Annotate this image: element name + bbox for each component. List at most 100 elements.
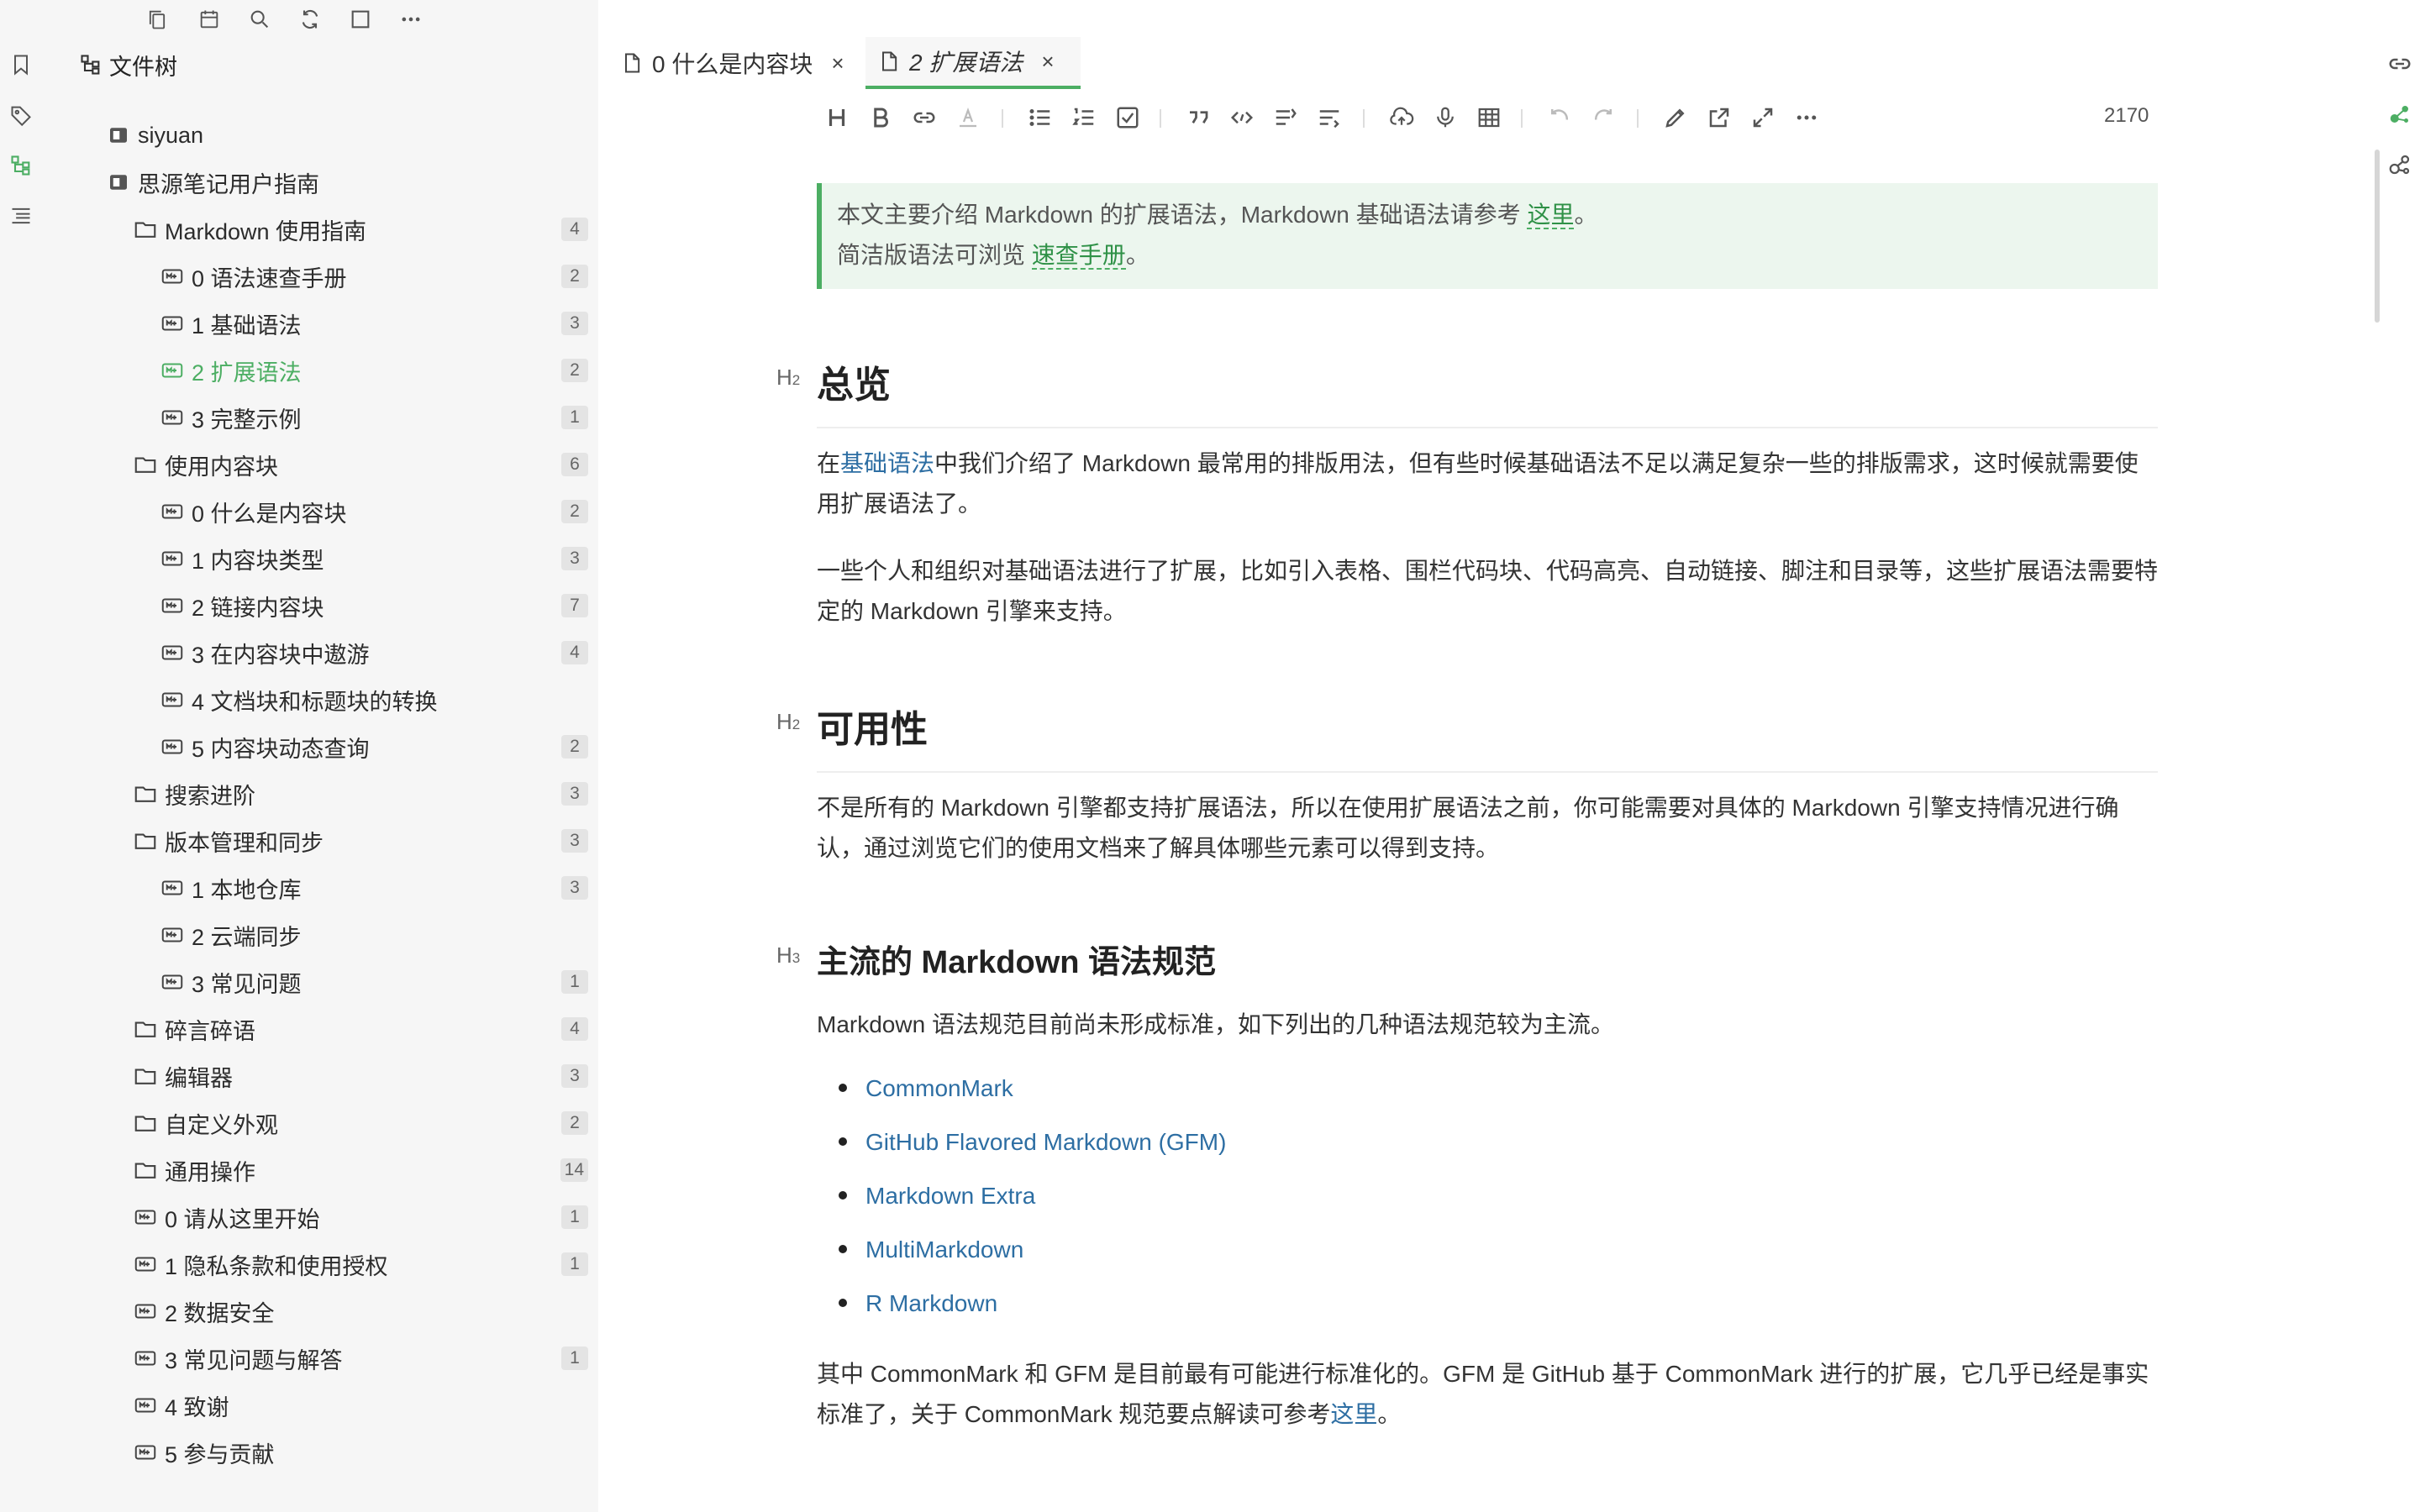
- tree-item[interactable]: siyuan: [42, 114, 588, 156]
- tree-item[interactable]: 3 常见问题 1: [42, 961, 588, 1003]
- tree-item[interactable]: 2 云端同步: [42, 914, 588, 956]
- tree-item[interactable]: 2 数据安全: [42, 1290, 588, 1332]
- toolbar-separator: [1363, 109, 1365, 128]
- tree-item[interactable]: 1 本地仓库 3: [42, 867, 588, 909]
- tree-item[interactable]: 2 链接内容块 7: [42, 585, 588, 627]
- r-markdown-link[interactable]: R Markdown: [865, 1290, 997, 1316]
- indent-icon[interactable]: [1311, 99, 1348, 136]
- link-icon[interactable]: [906, 99, 943, 136]
- tree-item[interactable]: 3 常见问题与解答 1: [42, 1337, 588, 1379]
- heading-icon[interactable]: [818, 99, 855, 136]
- markdown-doc-icon: [160, 358, 185, 383]
- list-item[interactable]: Markdown Extra: [839, 1183, 1035, 1210]
- undo-icon[interactable]: [1541, 99, 1578, 136]
- close-tab-button[interactable]: ×: [831, 50, 844, 76]
- tab-extended-syntax[interactable]: 2 扩展语法 ×: [865, 37, 1081, 89]
- window-icon[interactable]: [346, 5, 375, 34]
- multimarkdown-link[interactable]: MultiMarkdown: [865, 1236, 1023, 1263]
- tree-item-label: 4 文档块和标题块的转换: [192, 689, 438, 715]
- tree-item[interactable]: 4 致谢: [42, 1384, 588, 1426]
- heading-overview[interactable]: H2 总览: [776, 354, 2158, 428]
- child-count-badge: 3: [561, 782, 588, 806]
- edit-icon[interactable]: [1657, 99, 1694, 136]
- open-external-icon[interactable]: [1701, 99, 1738, 136]
- tag-icon[interactable]: [7, 101, 35, 129]
- tree-item[interactable]: 通用操作 14: [42, 1149, 588, 1191]
- paragraph[interactable]: 其中 CommonMark 和 GFM 是目前最有可能进行标准化的。GFM 是 …: [817, 1354, 2158, 1435]
- tree-item[interactable]: 2 扩展语法 2: [42, 349, 588, 391]
- paragraph[interactable]: 在基础语法中我们介绍了 Markdown 最常用的排版用法，但有些时候基础语法不…: [817, 444, 2158, 524]
- reference-link[interactable]: 速查手册: [1031, 242, 1126, 270]
- redo-icon[interactable]: [1585, 99, 1622, 136]
- search-icon[interactable]: [245, 5, 274, 34]
- sync-icon[interactable]: [296, 5, 324, 34]
- tree-item-label: 自定义外观: [165, 1112, 278, 1138]
- paragraph[interactable]: Markdown 语法规范目前尚未形成标准，如下列出的几种语法规范较为主流。: [817, 1005, 2158, 1045]
- ordered-list-icon[interactable]: [1065, 99, 1102, 136]
- tree-item[interactable]: 思源笔记用户指南: [42, 161, 588, 203]
- tree-item[interactable]: 0 什么是内容块 2: [42, 491, 588, 533]
- tree-item[interactable]: 1 基础语法 3: [42, 302, 588, 344]
- list-item[interactable]: GitHub Flavored Markdown (GFM): [839, 1129, 1226, 1156]
- bullet-list-icon[interactable]: [1022, 99, 1059, 136]
- list-item[interactable]: R Markdown: [839, 1290, 997, 1317]
- file-tree-icon[interactable]: [7, 151, 35, 180]
- graph-icon[interactable]: [2385, 99, 2415, 129]
- tree-item[interactable]: Markdown 使用指南 4: [42, 208, 588, 250]
- tree-item[interactable]: 使用内容块 6: [42, 444, 588, 486]
- table-icon[interactable]: [1470, 99, 1507, 136]
- toolbar-separator: [1637, 109, 1639, 128]
- tab-what-is-block[interactable]: 0 什么是内容块 ×: [607, 37, 864, 89]
- reference-link[interactable]: 这里: [1527, 202, 1575, 229]
- tree-item[interactable]: 4 文档块和标题块的转换: [42, 679, 588, 721]
- basic-syntax-link[interactable]: 基础语法: [840, 450, 934, 476]
- upload-icon[interactable]: [1383, 99, 1420, 136]
- calendar-icon[interactable]: [195, 5, 224, 34]
- tree-item[interactable]: 0 语法速查手册 2: [42, 255, 588, 297]
- outline-icon[interactable]: [7, 202, 35, 230]
- commonmark-spec-link[interactable]: 这里: [1330, 1401, 1377, 1427]
- tree-item[interactable]: 版本管理和同步 3: [42, 820, 588, 862]
- more-icon[interactable]: [397, 5, 425, 34]
- tree-item[interactable]: 1 隐私条款和使用授权 1: [42, 1243, 588, 1285]
- backlink-icon[interactable]: [2385, 49, 2415, 79]
- tree-item[interactable]: 自定义外观 2: [42, 1102, 588, 1144]
- tree-item[interactable]: 1 内容块类型 3: [42, 538, 588, 580]
- callout-block[interactable]: 本文主要介绍 Markdown 的扩展语法，Markdown 基础语法请参考 这…: [817, 183, 2158, 289]
- gfm-link[interactable]: GitHub Flavored Markdown (GFM): [865, 1129, 1226, 1155]
- tree-item[interactable]: 3 完整示例 1: [42, 396, 588, 438]
- markdown-extra-link[interactable]: Markdown Extra: [865, 1183, 1035, 1209]
- child-count-badge: 4: [561, 218, 588, 241]
- code-block-icon[interactable]: [1267, 99, 1304, 136]
- scrollbar[interactable]: [2375, 150, 2380, 323]
- commonmark-link[interactable]: CommonMark: [865, 1075, 1013, 1101]
- tree-item[interactable]: 5 内容块动态查询 2: [42, 726, 588, 768]
- tree-item[interactable]: 5 参与贡献: [42, 1431, 588, 1473]
- heading-availability[interactable]: H2 可用性: [776, 699, 2158, 773]
- bullet-dot: [839, 1298, 847, 1307]
- fullscreen-icon[interactable]: [1744, 99, 1781, 136]
- checklist-icon[interactable]: [1109, 99, 1146, 136]
- tree-item[interactable]: 碎言碎语 4: [42, 1008, 588, 1050]
- bookmark-icon[interactable]: [7, 50, 35, 79]
- inline-code-icon[interactable]: [1223, 99, 1260, 136]
- close-tab-button[interactable]: ×: [1041, 49, 1054, 75]
- microphone-icon[interactable]: [1427, 99, 1464, 136]
- tree-item[interactable]: 编辑器 3: [42, 1055, 588, 1097]
- list-item[interactable]: CommonMark: [839, 1075, 1013, 1102]
- heading-text: 主流的 Markdown 语法规范: [817, 945, 1217, 980]
- heading-mainstream-specs[interactable]: H3 主流的 Markdown 语法规范: [776, 936, 1217, 982]
- paragraph[interactable]: 一些个人和组织对基础语法进行了扩展，比如引入表格、围栏代码块、代码高亮、自动链接…: [817, 551, 2158, 632]
- quote-icon[interactable]: [1180, 99, 1217, 136]
- tree-item-label: 通用操作: [165, 1159, 255, 1185]
- tree-item[interactable]: 0 请从这里开始 1: [42, 1196, 588, 1238]
- tree-item[interactable]: 搜索进阶 3: [42, 773, 588, 815]
- copy-icon[interactable]: [143, 5, 171, 34]
- tree-item[interactable]: 3 在内容块中遨游 4: [42, 632, 588, 674]
- paragraph[interactable]: 不是所有的 Markdown 引擎都支持扩展语法，所以在使用扩展语法之前，你可能…: [817, 788, 2158, 869]
- global-graph-icon[interactable]: [2385, 150, 2415, 180]
- font-color-icon[interactable]: [950, 99, 986, 136]
- list-item[interactable]: MultiMarkdown: [839, 1236, 1023, 1263]
- bold-icon[interactable]: [862, 99, 899, 136]
- more-icon[interactable]: [1788, 99, 1825, 136]
